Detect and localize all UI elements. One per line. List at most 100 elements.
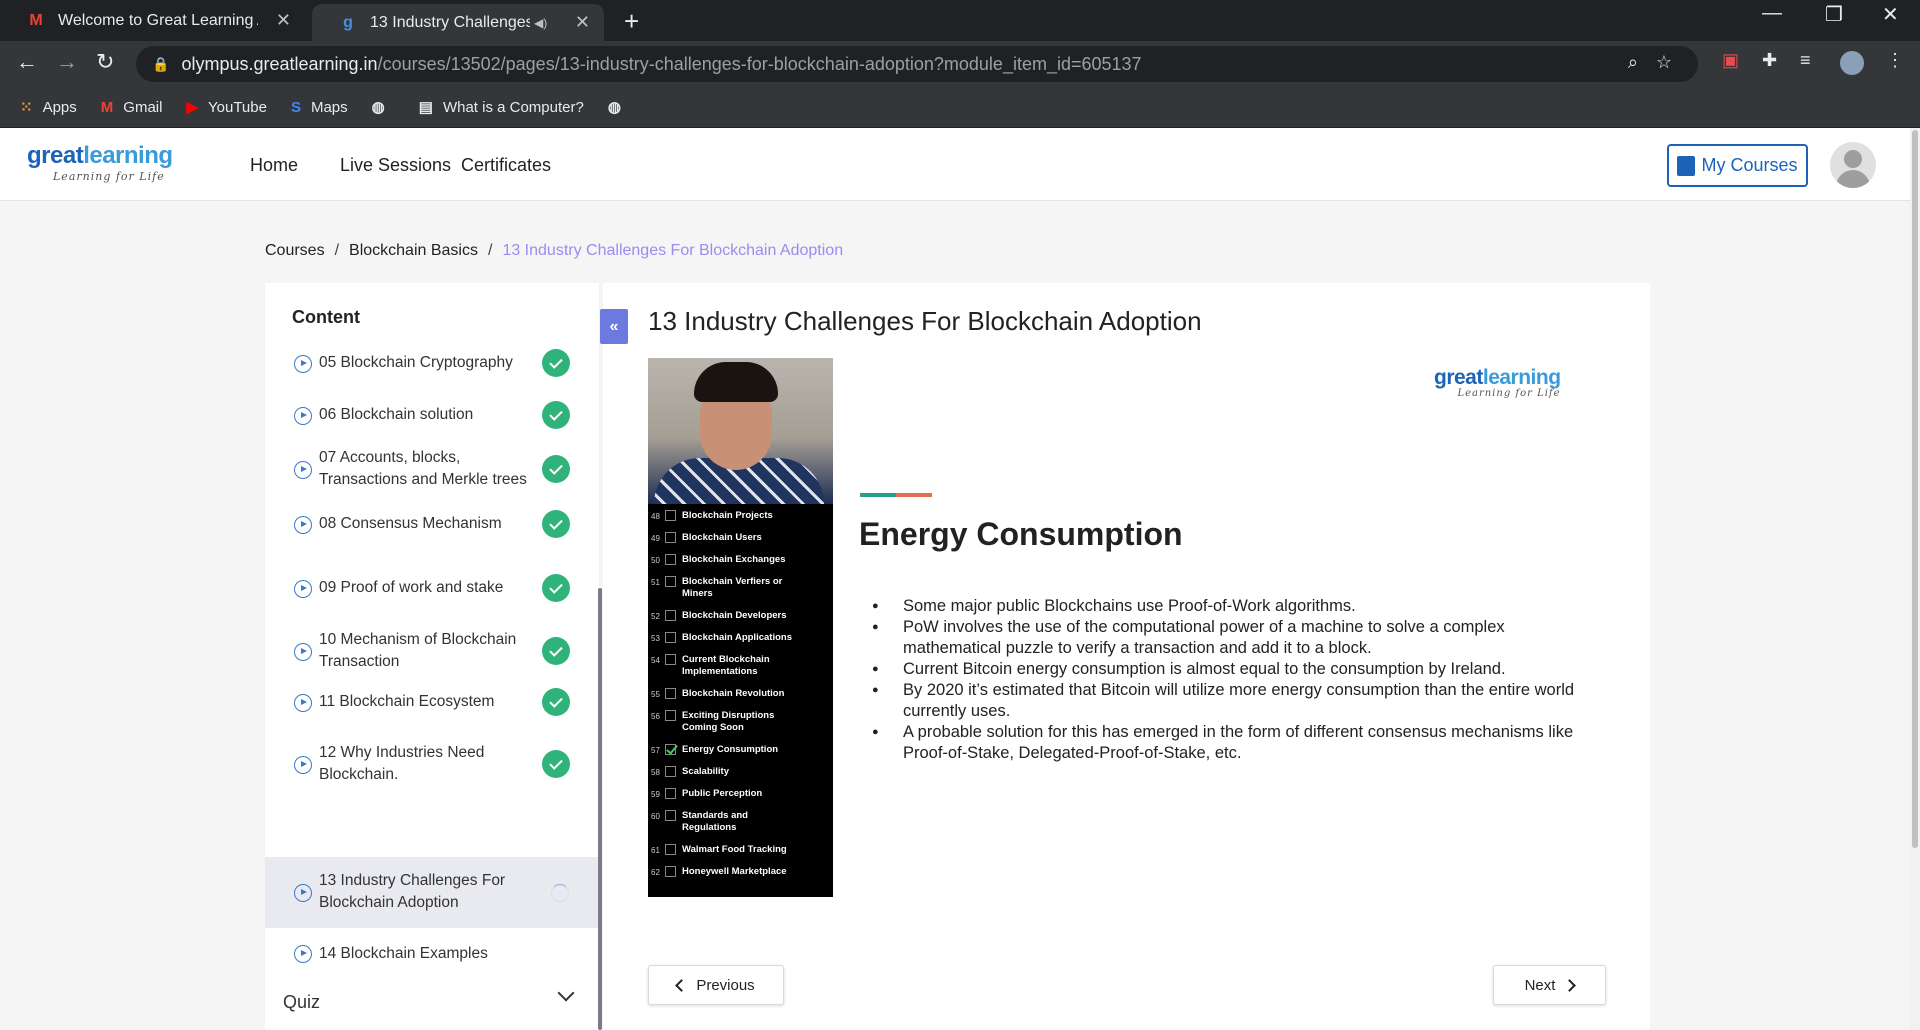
chapter-row[interactable]: 56 Exciting Disruptions Coming Soon: [648, 710, 833, 734]
page-scrollbar-thumb[interactable]: [1912, 130, 1918, 848]
breadcrumb-courses[interactable]: Courses: [265, 242, 325, 259]
chapter-row[interactable]: 50 Blockchain Exchanges: [648, 554, 833, 567]
browser-tab-course[interactable]: g 13 Industry Challenges For Bl ◀) ✕: [312, 4, 604, 41]
breadcrumb: Courses / Blockchain Basics / 13 Industry Ch…: [265, 242, 843, 260]
chapter-label: Blockchain Exchanges: [682, 554, 786, 565]
my-courses-button[interactable]: My Courses: [1667, 144, 1808, 187]
url-bar[interactable]: 🔒 olympus.greatlearning.in/courses/13502…: [136, 46, 1698, 82]
bookmark-what-is-a-computer[interactable]: ▤ What is a Computer?: [419, 98, 584, 117]
next-button[interactable]: Next: [1493, 965, 1606, 1005]
extensions-puzzle-icon[interactable]: ✚: [1762, 50, 1777, 71]
nav-live-sessions[interactable]: Live Sessions: [340, 155, 451, 176]
back-icon[interactable]: ←: [16, 49, 38, 75]
chapter-row[interactable]: 62 Honeywell Marketplace: [648, 866, 833, 879]
forward-icon[interactable]: →: [56, 49, 78, 75]
checkbox-icon: [665, 510, 676, 521]
bookmark-apps[interactable]: ⁙ Apps: [20, 98, 77, 117]
minimize-icon[interactable]: —: [1762, 2, 1782, 25]
sidebar-item-10[interactable]: 10 Mechanism of Blockchain Transaction: [265, 628, 599, 674]
bookmarks-bar: ⁙ Apps M Gmail ▶ YouTube S Maps ◍ ▤ What is a…: [0, 87, 1920, 128]
breadcrumb-separator: /: [487, 242, 493, 259]
chapter-label: Blockchain Applications: [682, 632, 792, 643]
chapter-row[interactable]: 52 Blockchain Developers: [648, 610, 833, 623]
collapse-sidebar-button[interactable]: «: [600, 309, 628, 344]
sidebar-item-11[interactable]: 11 Blockchain Ecosystem: [265, 686, 599, 718]
menu-kebab-icon[interactable]: ⋮: [1886, 50, 1904, 71]
sidebar-item-07[interactable]: 07 Accounts, blocks, Transactions and Me…: [265, 446, 599, 492]
complete-check-icon: [542, 401, 570, 429]
chapter-row[interactable]: 48 Blockchain Projects: [648, 510, 833, 523]
globe-icon: ◍: [607, 99, 621, 116]
complete-check-icon: [542, 574, 570, 602]
bookmark-globe-2[interactable]: ◍: [608, 98, 631, 116]
sidebar-item-08[interactable]: 08 Consensus Mechanism: [265, 508, 599, 540]
chapter-row[interactable]: 60 Standards and Regulations: [648, 810, 833, 834]
restore-icon[interactable]: ❐: [1825, 2, 1843, 27]
sidebar-scrollbar-thumb[interactable]: [598, 588, 602, 1030]
previous-button[interactable]: Previous: [648, 965, 784, 1005]
bookmark-maps[interactable]: S Maps: [291, 99, 348, 116]
sidebar-item-05[interactable]: 05 Blockchain Cryptography: [265, 347, 599, 379]
browser-tab-gmail[interactable]: M Welcome to Great Learning Acad ✕: [0, 0, 305, 41]
quiz-section-toggle[interactable]: Quiz: [283, 992, 320, 1013]
close-tab-icon[interactable]: ✕: [575, 12, 590, 33]
nav-home[interactable]: Home: [250, 155, 298, 176]
chapter-number: 60: [651, 812, 660, 821]
chapter-row[interactable]: 55 Blockchain Revolution: [648, 688, 833, 701]
chapter-row[interactable]: 49 Blockchain Users: [648, 532, 833, 545]
sidebar-item-09[interactable]: 09 Proof of work and stake: [265, 572, 599, 604]
complete-check-icon: [542, 349, 570, 377]
book-icon: [1677, 155, 1696, 176]
bookmark-star-icon[interactable]: ☆: [1656, 52, 1672, 73]
checkbox-icon: [665, 710, 676, 721]
logo-text-accent: learning: [83, 142, 173, 169]
lecture-video-overlay[interactable]: 48 Blockchain Projects 49 Blockchain Users…: [648, 358, 833, 897]
zoom-icon[interactable]: ⌕: [1628, 52, 1638, 73]
great-learning-icon: g: [343, 13, 353, 31]
sidebar-item-label: 12 Why Industries Need Blockchain.: [319, 744, 485, 783]
new-tab-icon[interactable]: +: [624, 6, 639, 37]
chapter-row[interactable]: 61 Walmart Food Tracking: [648, 844, 833, 857]
chapter-row[interactable]: 51 Blockchain Verfiers or Miners: [648, 576, 833, 600]
sidebar-item-13[interactable]: 13 Industry Challenges For Blockchain Ad…: [265, 857, 599, 928]
checked-checkbox-icon: [665, 744, 676, 755]
user-avatar[interactable]: [1830, 142, 1876, 188]
tab-title: 13 Industry Challenges For Bl: [370, 13, 530, 31]
chapter-row[interactable]: 59 Public Perception: [648, 788, 833, 801]
play-circle-icon: [294, 694, 312, 712]
chevron-down-icon[interactable]: [557, 984, 575, 1002]
great-learning-logo[interactable]: greatlearning Learning for Life: [27, 142, 173, 183]
complete-check-icon: [542, 637, 570, 665]
sidebar-item-label: 05 Blockchain Cryptography: [319, 354, 513, 371]
bookmark-youtube[interactable]: ▶ YouTube: [186, 98, 267, 117]
speaker-icon[interactable]: ◀): [534, 16, 547, 30]
sidebar-item-14[interactable]: 14 Blockchain Examples: [265, 932, 599, 976]
close-tab-icon[interactable]: ✕: [276, 10, 291, 31]
extension-pocket-icon[interactable]: ▣: [1722, 50, 1739, 71]
slide-bullet: By 2020 it’s estimated that Bitcoin will…: [872, 680, 1592, 722]
chapter-row[interactable]: 53 Blockchain Applications: [648, 632, 833, 645]
sidebar-item-label: 10 Mechanism of Blockchain Transaction: [319, 631, 517, 670]
nav-certificates[interactable]: Certificates: [461, 155, 551, 176]
chapter-label: Blockchain Developers: [682, 610, 787, 621]
media-control-icon[interactable]: ≡: [1800, 50, 1811, 71]
bookmark-globe[interactable]: ◍: [372, 98, 395, 116]
chapter-label: Blockchain Projects: [682, 510, 773, 521]
logo-tagline: Learning for Life: [53, 170, 165, 183]
next-label: Next: [1524, 976, 1556, 994]
chapter-label: Blockchain Users: [682, 532, 762, 543]
chapter-label: Public Perception: [682, 788, 763, 799]
bookmark-gmail[interactable]: M Gmail: [101, 99, 163, 116]
chapter-row[interactable]: 57 Energy Consumption: [648, 744, 833, 757]
close-window-icon[interactable]: ✕: [1882, 2, 1899, 27]
sidebar-item-12[interactable]: 12 Why Industries Need Blockchain.: [265, 741, 599, 787]
page-scrollbar[interactable]: [1910, 128, 1920, 1030]
sidebar-item-06[interactable]: 06 Blockchain solution: [265, 399, 599, 431]
chapter-label: Blockchain Revolution: [682, 688, 785, 699]
profile-avatar-icon[interactable]: [1840, 51, 1864, 75]
breadcrumb-blockchain-basics[interactable]: Blockchain Basics: [349, 242, 478, 259]
reload-icon[interactable]: ↻: [96, 49, 114, 75]
breadcrumb-current: 13 Industry Challenges For Blockchain Ad…: [502, 242, 844, 259]
chapter-row[interactable]: 58 Scalability: [648, 766, 833, 779]
chapter-row[interactable]: 54 Current Blockchain Implementations: [648, 654, 833, 678]
